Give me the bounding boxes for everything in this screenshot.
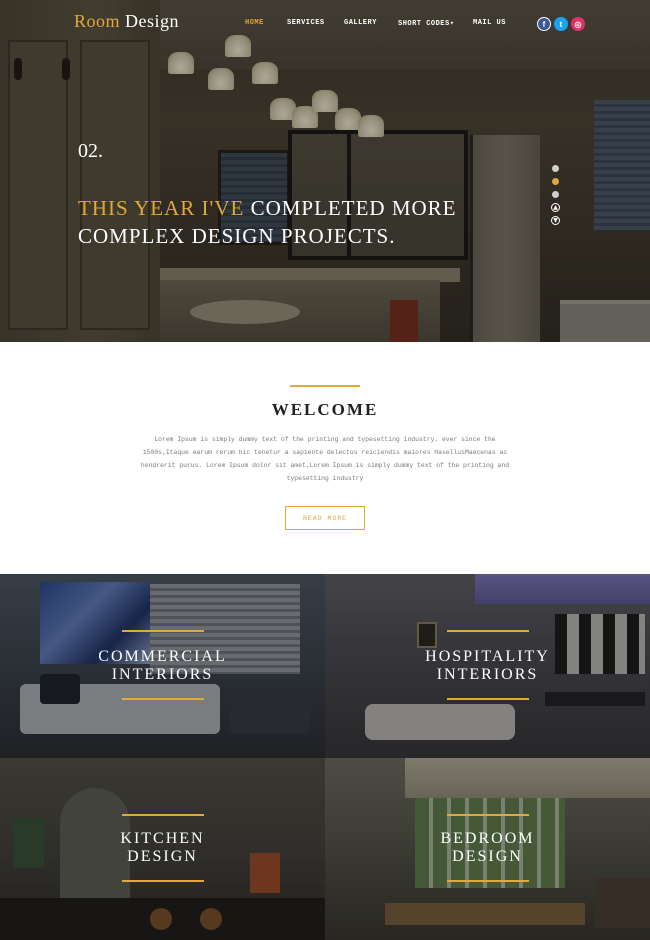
- nav-gallery[interactable]: GALLERY: [344, 19, 377, 27]
- main-nav: HOME SERVICES GALLERY SHORT CODES▾ MAIL …: [0, 19, 650, 31]
- tile-title: Hospitality Interiors: [325, 648, 650, 684]
- tile-title-line1: Bedroom: [440, 830, 535, 847]
- tile-bottom-line: [122, 880, 204, 882]
- tile-title-line2: Interiors: [111, 666, 214, 683]
- welcome-section: WELCOME Lorem Ipsum is simply dummy text…: [0, 342, 650, 574]
- pager-dot[interactable]: [552, 165, 559, 172]
- nav-short-codes-label: SHORT CODES: [398, 20, 450, 28]
- nav-short-codes[interactable]: SHORT CODES▾: [398, 19, 454, 28]
- service-tile-bedroom[interactable]: Bedroom Design: [325, 758, 650, 940]
- hero-slider: Room Design HOME SERVICES GALLERY SHORT …: [0, 0, 650, 342]
- instagram-icon[interactable]: ◎: [571, 17, 585, 31]
- hero-headline: THIS YEAR I'VE COMPLETED MORE COMPLEX DE…: [78, 194, 518, 250]
- tile-bottom-line: [447, 880, 529, 882]
- tile-title: Kitchen Design: [0, 830, 325, 866]
- tile-title-line2: Design: [127, 848, 198, 865]
- facebook-icon[interactable]: f: [537, 17, 551, 31]
- pager-dot-active[interactable]: [552, 178, 559, 185]
- tile-top-line: [122, 814, 204, 816]
- welcome-divider: [290, 385, 360, 387]
- tile-title-line2: Design: [452, 848, 523, 865]
- welcome-body: Lorem Ipsum is simply dummy text of the …: [140, 436, 510, 482]
- tile-top-line: [447, 630, 529, 632]
- nav-home[interactable]: HOME: [245, 19, 264, 27]
- service-tile-kitchen[interactable]: Kitchen Design: [0, 758, 325, 940]
- tile-title-line2: Interiors: [436, 666, 539, 683]
- service-tile-hospitality[interactable]: Hospitality Interiors: [325, 574, 650, 758]
- tile-title-line1: Hospitality: [425, 648, 550, 665]
- service-tile-commercial[interactable]: Commercial Interiors: [0, 574, 325, 758]
- tile-bottom-line: [447, 698, 529, 700]
- pager-dot[interactable]: [552, 191, 559, 198]
- nav-services[interactable]: SERVICES: [287, 19, 325, 27]
- tile-title-line1: Kitchen: [120, 830, 205, 847]
- chevron-down-icon: ▾: [449, 20, 455, 28]
- tile-title: Bedroom Design: [325, 830, 650, 866]
- read-more-button[interactable]: READ MORE: [285, 506, 365, 530]
- welcome-title: WELCOME: [271, 400, 379, 419]
- nav-mail-us[interactable]: MAIL US: [473, 19, 506, 27]
- tile-bottom-line: [122, 698, 204, 700]
- arrow-down-icon[interactable]: ▼: [551, 216, 560, 225]
- slide-number: 02.: [78, 140, 103, 162]
- tile-top-line: [447, 814, 529, 816]
- tile-title-line1: Commercial: [98, 648, 227, 665]
- headline-highlight: THIS YEAR I'VE: [78, 196, 245, 220]
- arrow-up-icon[interactable]: ▲: [551, 203, 560, 212]
- tile-title: Commercial Interiors: [0, 648, 325, 684]
- twitter-icon[interactable]: t: [554, 17, 568, 31]
- tile-top-line: [122, 630, 204, 632]
